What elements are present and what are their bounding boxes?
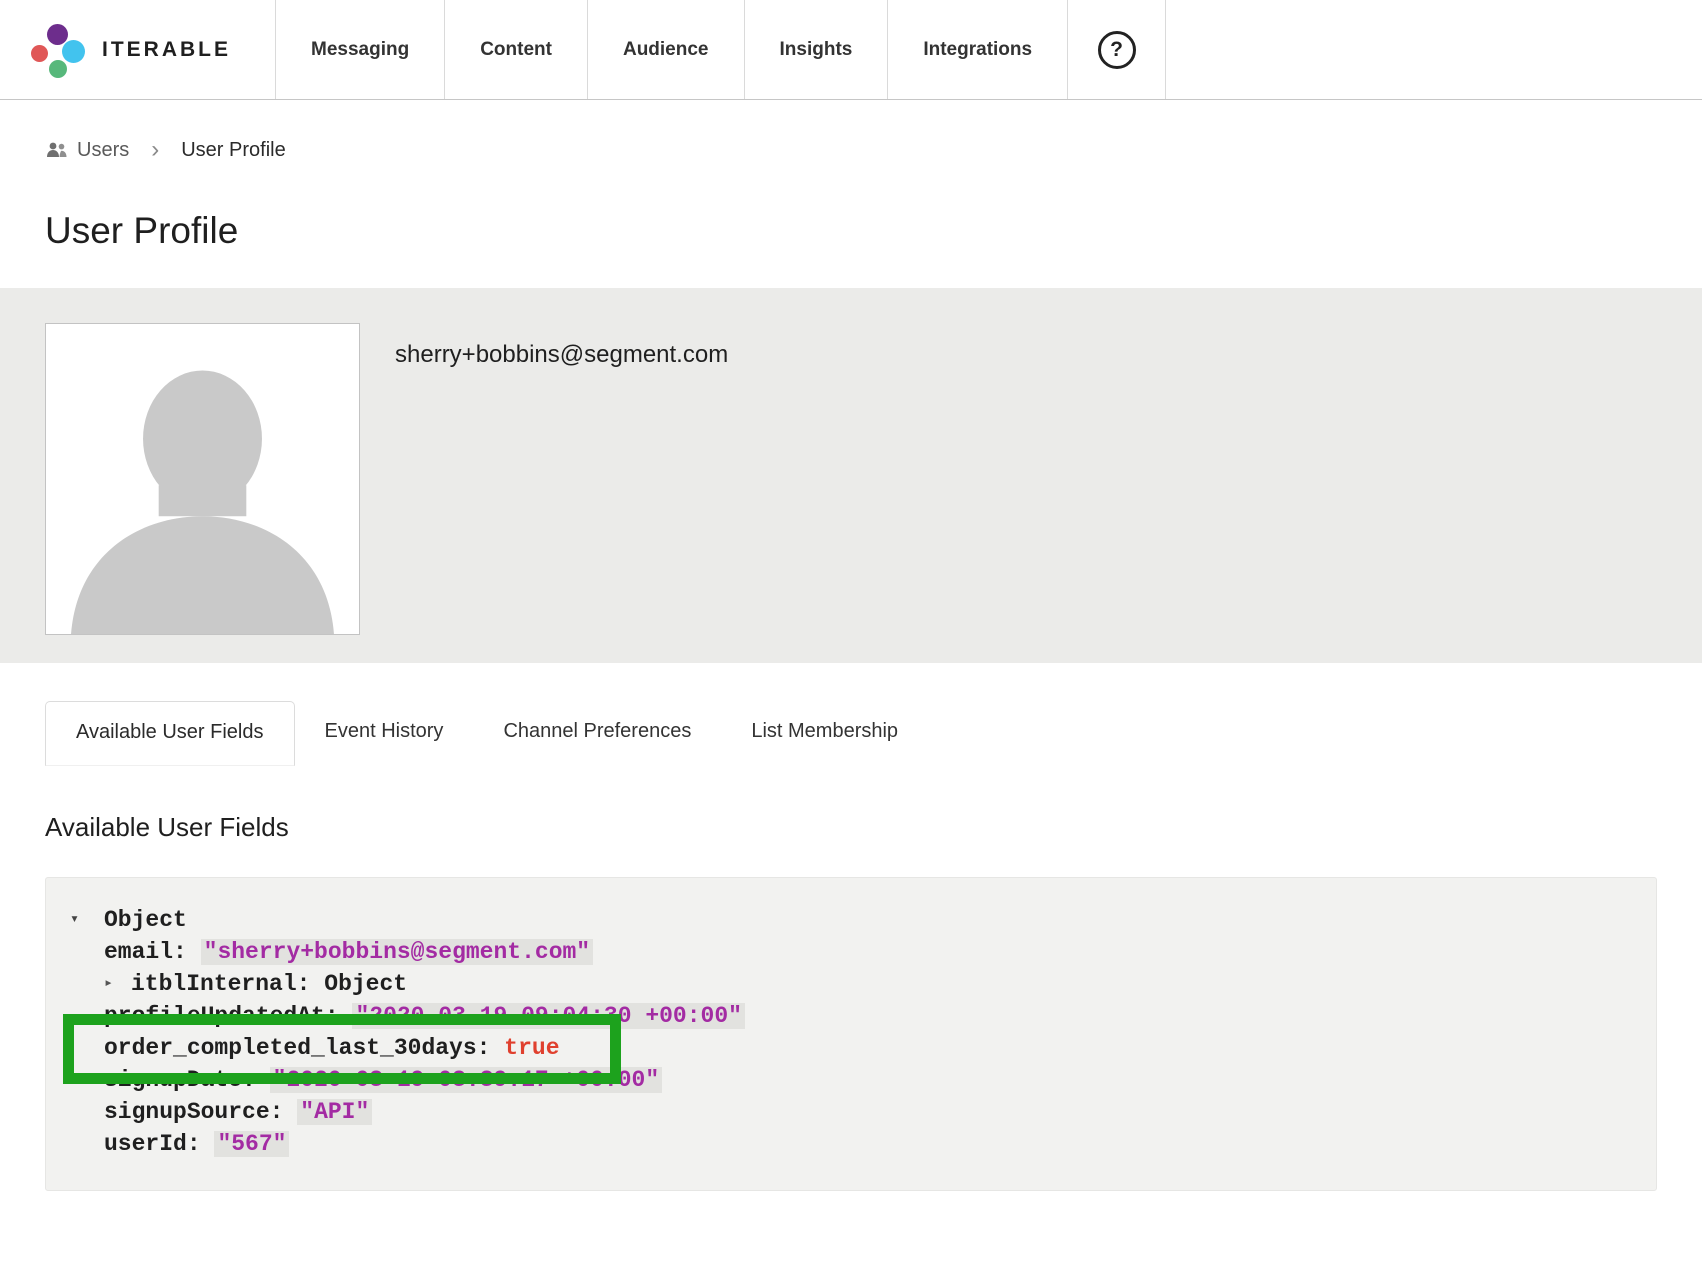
nav-item-audience[interactable]: Audience: [588, 0, 745, 99]
breadcrumb-users-label: Users: [77, 139, 129, 162]
nav-item-messaging[interactable]: Messaging: [276, 0, 445, 99]
breadcrumb-users-link[interactable]: Users: [45, 139, 129, 162]
json-row-userid: userId: "567": [46, 1128, 1656, 1160]
user-fields-json-tree: ▾Object email: "sherry+bobbins@segment.c…: [45, 877, 1657, 1191]
profile-tabs: Available User Fields Event History Chan…: [45, 701, 1702, 766]
tab-available-user-fields[interactable]: Available User Fields: [45, 701, 295, 766]
chevron-right-icon: ›: [145, 138, 165, 162]
profile-summary: sherry+bobbins@segment.com: [0, 288, 1702, 663]
breadcrumb-current: User Profile: [181, 139, 285, 162]
json-value-itblinternal: Object: [324, 971, 407, 997]
json-value-email: "sherry+bobbins@segment.com": [201, 939, 593, 965]
tab-list-membership[interactable]: List Membership: [721, 701, 928, 766]
section-heading: Available User Fields: [45, 812, 1702, 843]
logo-dot-green: [49, 60, 67, 78]
json-row-signupsource: signupSource: "API": [46, 1096, 1656, 1128]
tab-event-history[interactable]: Event History: [295, 701, 474, 766]
json-value-userid: "567": [214, 1131, 289, 1157]
highlight-annotation-box: [63, 1014, 621, 1084]
avatar: [45, 323, 360, 635]
top-navigation: ITERABLE Messaging Content Audience Insi…: [0, 0, 1702, 100]
json-row-email: email: "sherry+bobbins@segment.com": [46, 936, 1656, 968]
json-root-label: Object: [104, 907, 187, 933]
nav-item-integrations[interactable]: Integrations: [888, 0, 1068, 99]
profile-email: sherry+bobbins@segment.com: [395, 341, 728, 369]
profile-info: sherry+bobbins@segment.com: [395, 323, 728, 635]
help-button[interactable]: ?: [1068, 0, 1166, 99]
logo-dot-purple: [47, 24, 68, 45]
iterable-logo-icon: [28, 21, 86, 79]
avatar-placeholder-icon: [46, 324, 359, 634]
json-value-signupsource: "API": [297, 1099, 372, 1125]
users-icon: [45, 141, 68, 160]
nav-item-content[interactable]: Content: [445, 0, 588, 99]
expand-icon[interactable]: ▸: [104, 968, 131, 1000]
collapse-icon[interactable]: ▾: [70, 904, 104, 936]
json-row-itblinternal: ▸itblInternal: Object: [46, 968, 1656, 1000]
page-title: User Profile: [45, 210, 1702, 252]
logo-dot-blue: [62, 40, 85, 63]
nav-item-insights[interactable]: Insights: [745, 0, 889, 99]
logo-dot-red: [31, 45, 48, 62]
brand-name: ITERABLE: [102, 38, 231, 62]
help-icon: ?: [1098, 31, 1136, 69]
iterable-logo[interactable]: ITERABLE: [0, 0, 276, 99]
json-root-row: ▾Object: [46, 904, 1656, 936]
breadcrumb: Users › User Profile: [0, 100, 1702, 162]
tab-channel-preferences[interactable]: Channel Preferences: [473, 701, 721, 766]
